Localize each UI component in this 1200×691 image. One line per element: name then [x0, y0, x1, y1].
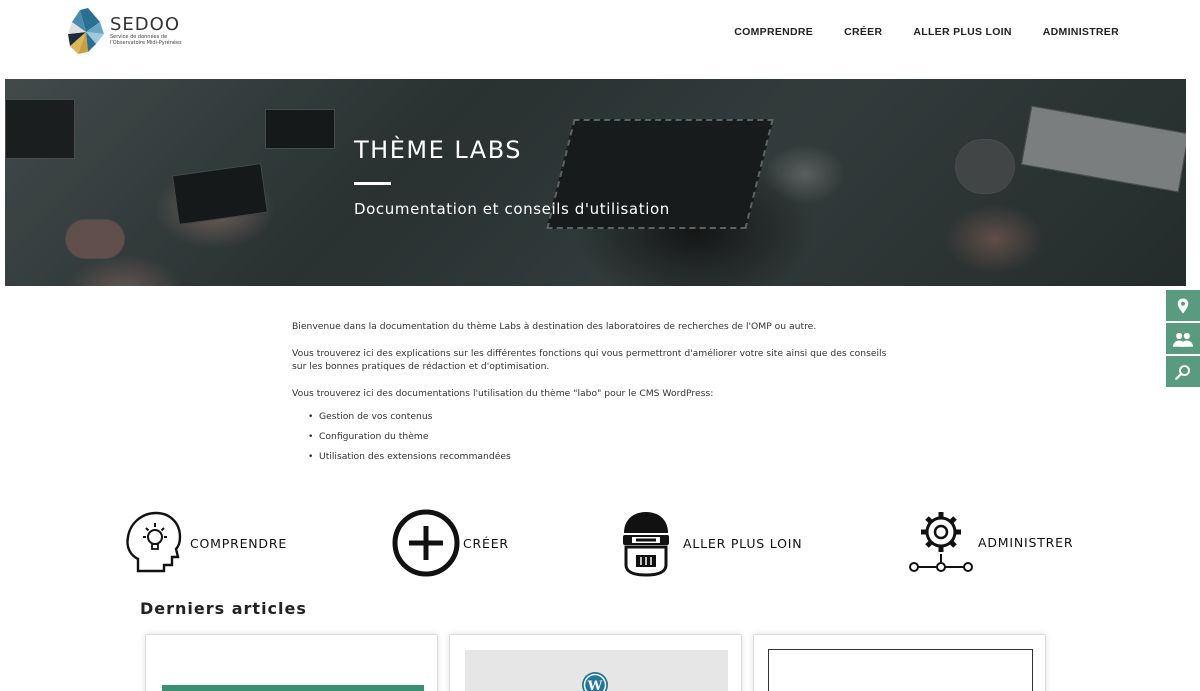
intro-list: Gestion de vos contenus Configuration du…	[308, 410, 902, 463]
side-toolbar	[1166, 290, 1200, 387]
feature-link-aller-plus-loin[interactable]: ALLER PLUS LOIN	[620, 509, 802, 577]
hero-title: THÈME LABS	[354, 136, 522, 164]
hero-subtitle: Documentation et conseils d'utilisation	[354, 200, 670, 218]
nav-item-comprendre[interactable]: COMPRENDRE	[734, 26, 813, 38]
intro-paragraph: Vous trouverez ici des explications sur …	[292, 348, 887, 372]
robot-icon	[623, 512, 669, 577]
feature-link-comprendre[interactable]: COMPRENDRE	[124, 509, 287, 577]
article-thumbnail	[162, 685, 424, 691]
logo-subtitle: Service de données de l'Observatoire Mid…	[110, 34, 182, 46]
site-header: SEDOO Service de données de l'Observatoi…	[0, 0, 1200, 78]
feature-label: ADMINISTRER	[978, 534, 1074, 550]
search-button[interactable]	[1166, 356, 1200, 387]
map-pin-icon	[1177, 298, 1189, 313]
article-card[interactable]	[145, 634, 438, 691]
intro-section: Bienvenue dans la documentation du thème…	[292, 320, 902, 470]
feature-label: CRÉER	[463, 535, 509, 551]
feature-label: COMPRENDRE	[190, 535, 288, 551]
search-icon	[1175, 364, 1190, 380]
head-lightbulb-icon	[126, 511, 182, 573]
team-button[interactable]	[1166, 323, 1200, 354]
logo-title: SEDOO	[110, 14, 180, 35]
list-item: Utilisation des extensions recommandées	[308, 450, 902, 463]
location-button[interactable]	[1166, 290, 1200, 321]
article-card[interactable]: W	[449, 634, 742, 691]
plus-circle-icon	[392, 509, 460, 577]
sedoo-logo-icon	[68, 8, 104, 54]
list-item: Gestion de vos contenus	[308, 410, 902, 423]
main-nav: COMPRENDRE CRÉER ALLER PLUS LOIN ADMINIS…	[734, 26, 1119, 38]
nav-item-administrer[interactable]: ADMINISTRER	[1043, 26, 1119, 38]
nav-item-creer[interactable]: CRÉER	[844, 26, 882, 38]
gear-network-icon	[909, 512, 973, 572]
feature-label: ALLER PLUS LOIN	[683, 535, 803, 551]
intro-paragraph: Vous trouverez ici des documentations l'…	[292, 388, 714, 399]
feature-link-administrer[interactable]: ADMINISTRER	[906, 509, 1073, 575]
list-item: Configuration du thème	[308, 430, 902, 443]
intro-paragraph: Bienvenue dans la documentation du thème…	[292, 321, 817, 332]
feature-link-creer[interactable]: CRÉER	[392, 509, 509, 577]
group-icon	[1173, 332, 1193, 347]
nav-item-aller-plus-loin[interactable]: ALLER PLUS LOIN	[913, 26, 1011, 38]
hero-banner: THÈME LABS Documentation et conseils d'u…	[5, 79, 1186, 286]
hero-divider	[354, 182, 391, 185]
svg-text:W: W	[587, 679, 603, 691]
article-thumbnail	[768, 649, 1033, 691]
wordpress-logo-icon: W	[582, 672, 608, 691]
article-card[interactable]	[753, 634, 1046, 691]
article-thumbnail: W	[465, 650, 728, 691]
site-logo[interactable]: SEDOO Service de données de l'Observatoi…	[66, 8, 196, 58]
latest-articles-title: Derniers articles	[140, 599, 307, 618]
